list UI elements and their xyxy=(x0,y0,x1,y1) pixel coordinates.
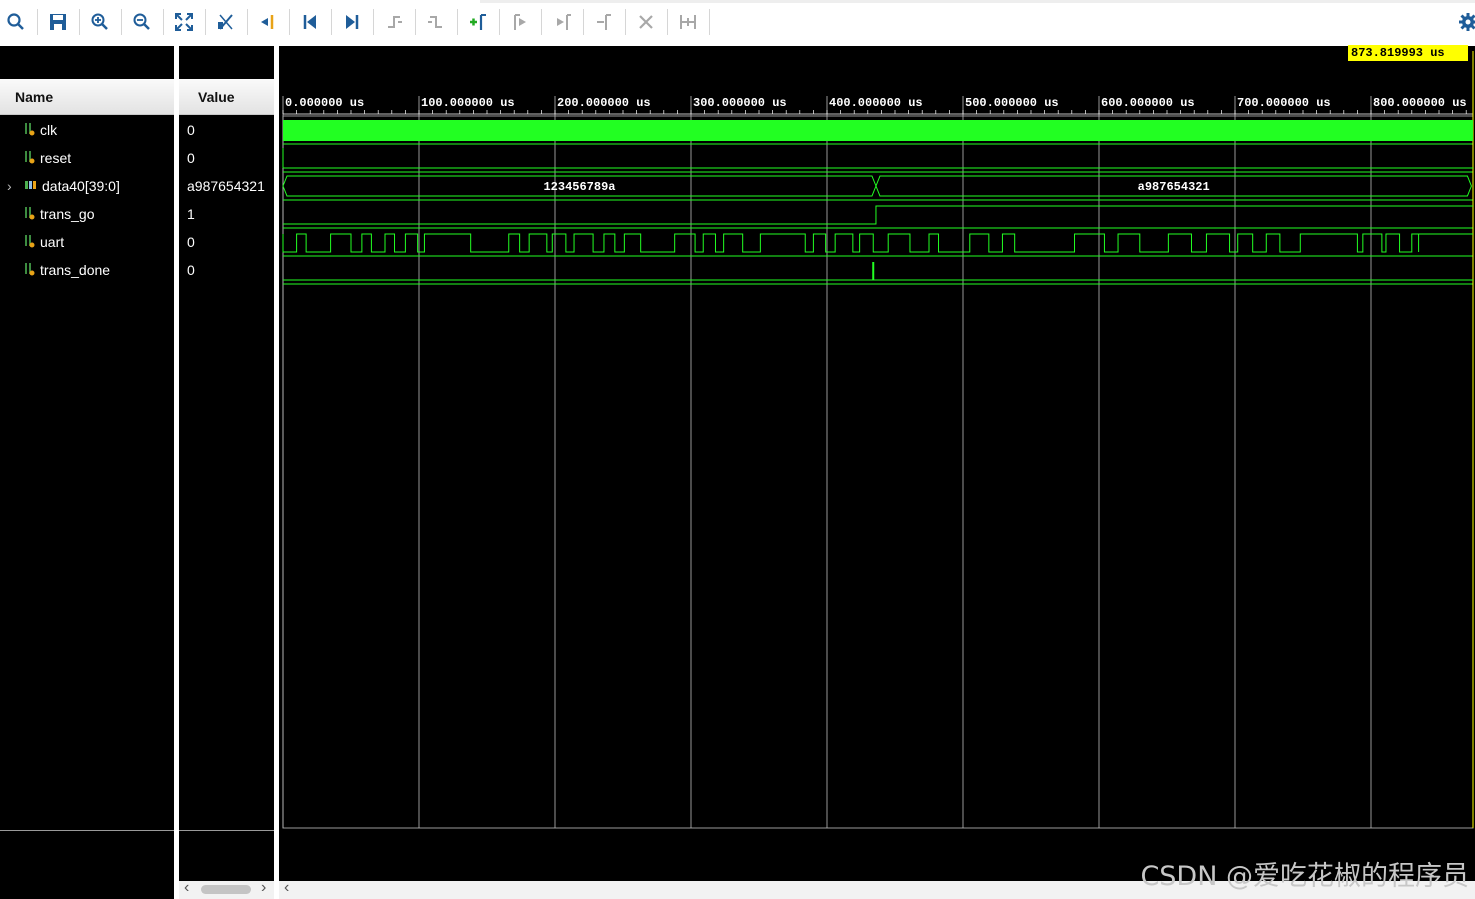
signal-value: 0 xyxy=(187,262,195,278)
time-tick-label: 600.000000 us xyxy=(1101,96,1195,110)
signal-name: trans_done xyxy=(40,262,111,278)
expand-chevron-icon[interactable]: › xyxy=(7,178,12,194)
signal-value: 0 xyxy=(187,234,195,250)
previous-transition-icon[interactable] xyxy=(256,10,280,34)
toolbar-separator xyxy=(667,9,668,35)
bit-signal-icon xyxy=(24,122,36,139)
waveform-panel[interactable]: 0.000000 us 100.000000 us 200.000000 us 300… xyxy=(279,46,1475,881)
signal-value: 0 xyxy=(187,150,195,166)
bit-signal-icon xyxy=(24,234,36,251)
toolbar-separator xyxy=(373,9,374,35)
previous-marker-icon[interactable] xyxy=(508,10,532,34)
signal-value: 1 xyxy=(187,206,195,222)
trans-go-waveform xyxy=(283,205,1473,225)
delete-marker-icon[interactable] xyxy=(634,10,658,34)
toolbar-top-border xyxy=(480,0,1475,3)
swap-cursors-icon[interactable] xyxy=(592,10,616,34)
toolbar-separator xyxy=(583,9,584,35)
time-tick-label: 800.000000 us xyxy=(1373,96,1467,110)
watermark: CSDN @爱吃花椒的程序员 xyxy=(1140,861,1469,892)
zoom-fit-icon[interactable] xyxy=(172,10,196,34)
scroll-right-arrow[interactable]: › xyxy=(261,879,266,897)
signal-row[interactable]: trans_go xyxy=(0,200,174,228)
toolbar-separator xyxy=(625,9,626,35)
bit-signal-icon xyxy=(24,150,36,167)
toolbar-separator xyxy=(205,9,206,35)
signal-value: a987654321 xyxy=(187,178,265,194)
snap-to-transition-icon[interactable] xyxy=(676,10,700,34)
toolbar-separator xyxy=(289,9,290,35)
next-transition-disabled-icon[interactable] xyxy=(424,10,448,34)
time-tick-label: 700.000000 us xyxy=(1237,96,1331,110)
zoom-out-icon[interactable] xyxy=(130,10,154,34)
search-icon[interactable] xyxy=(4,10,28,34)
save-icon[interactable] xyxy=(46,10,70,34)
go-to-time-zero-icon[interactable] xyxy=(298,10,322,34)
time-tick-label: 400.000000 us xyxy=(829,96,923,110)
toolbar-separator xyxy=(331,9,332,35)
signal-name: data40[39:0] xyxy=(42,178,120,194)
time-tick-label: 0.000000 us xyxy=(285,96,364,110)
signal-row[interactable]: trans_done xyxy=(0,256,174,284)
name-column-header[interactable]: Name xyxy=(0,79,174,115)
panel-divider xyxy=(179,830,274,831)
panel-divider xyxy=(0,830,174,831)
signal-row[interactable]: › data40[39:0] xyxy=(0,172,174,200)
toolbar-separator xyxy=(499,9,500,35)
trace-area-border xyxy=(282,115,1474,829)
time-tick-label: 500.000000 us xyxy=(965,96,1059,110)
bus-signal-icon xyxy=(24,178,38,194)
signal-name: uart xyxy=(40,234,65,250)
bus-value-label: 123456789a xyxy=(543,180,615,194)
scroll-left-arrow[interactable]: ‹ xyxy=(184,879,189,897)
zoom-in-icon[interactable] xyxy=(88,10,112,34)
signal-name: reset xyxy=(40,150,72,166)
previous-transition-disabled-icon[interactable] xyxy=(382,10,406,34)
signal-row[interactable]: uart xyxy=(0,228,174,256)
gear-icon[interactable] xyxy=(1457,10,1475,34)
add-marker-icon[interactable] xyxy=(466,10,490,34)
toolbar-separator xyxy=(163,9,164,35)
waveform-toolbar xyxy=(0,0,1475,46)
clk-waveform xyxy=(283,120,1473,141)
bit-signal-icon xyxy=(24,206,36,223)
next-marker-icon[interactable] xyxy=(550,10,574,34)
bus-value-label: a987654321 xyxy=(1138,180,1210,194)
bit-signal-icon xyxy=(24,262,36,279)
signal-row[interactable]: reset xyxy=(0,144,174,172)
signal-name-panel: Name clk reset › data40[39:0] trans_gouart tr… xyxy=(0,46,174,899)
toolbar-separator xyxy=(247,9,248,35)
signal-name: trans_go xyxy=(40,206,95,222)
scrollbar-thumb[interactable] xyxy=(201,885,251,894)
signal-row[interactable]: clk xyxy=(0,116,174,144)
signal-name: clk xyxy=(40,122,58,138)
time-tick-label: 200.000000 us xyxy=(557,96,651,110)
go-to-cursor-icon[interactable] xyxy=(214,10,238,34)
cursor-time-label: 873.819993 us xyxy=(1348,45,1468,61)
toolbar-separator xyxy=(709,9,710,35)
toolbar-separator xyxy=(541,9,542,35)
time-tick-label: 300.000000 us xyxy=(693,96,787,110)
value-horizontal-scrollbar[interactable]: ‹ › xyxy=(179,879,274,899)
go-to-last-time-icon[interactable] xyxy=(340,10,364,34)
value-column-header[interactable]: Value xyxy=(179,79,274,115)
signal-value-panel: Value 0 0 a987654321 1 0 0 xyxy=(179,46,274,899)
waveform-canvas[interactable]: 0.000000 us 100.000000 us 200.000000 us 300… xyxy=(279,46,1475,881)
uart-waveform xyxy=(282,233,1473,253)
scroll-left-arrow[interactable]: ‹ xyxy=(284,879,289,897)
toolbar-separator xyxy=(457,9,458,35)
signal-value: 0 xyxy=(187,122,195,138)
time-tick-label: 100.000000 us xyxy=(421,96,515,110)
toolbar-separator xyxy=(37,9,38,35)
toolbar-separator xyxy=(121,9,122,35)
toolbar-separator xyxy=(415,9,416,35)
toolbar-separator xyxy=(79,9,80,35)
